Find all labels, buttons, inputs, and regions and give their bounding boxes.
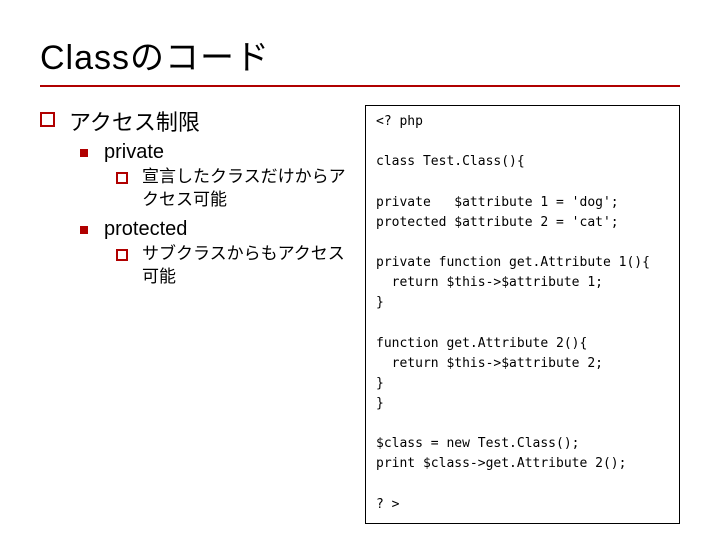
outline-l2-private: private [80, 141, 355, 164]
code-line: <? php [376, 114, 423, 129]
code-line: ? > [376, 497, 399, 512]
code-line: } [376, 396, 384, 411]
code-line: private $attribute 1 = 'dog'; [376, 195, 619, 210]
outline-l3-protected-desc: サブクラスからもアクセス可能 [116, 243, 355, 289]
slide: Classのコード アクセス制限 private 宣言したクラスだけからアクセス… [0, 0, 720, 540]
outline-l3-private-desc: 宣言したクラスだけからアクセス可能 [116, 166, 355, 212]
code-line: } [376, 376, 384, 391]
slide-title: Classのコード [40, 30, 680, 79]
open-square-bullet-icon [40, 112, 55, 127]
code-line: private function get.Attribute 1(){ [376, 255, 650, 270]
outline-l1: アクセス制限 [40, 105, 355, 137]
code-line: function get.Attribute 2(){ [376, 336, 587, 351]
outline-l3-private-text: 宣言したクラスだけからアクセス可能 [142, 166, 355, 212]
small-open-square-bullet-icon [116, 172, 128, 184]
code-line: $class = new Test.Class(); [376, 436, 580, 451]
small-open-square-bullet-icon [116, 249, 128, 261]
outline-l1-text: アクセス制限 [69, 105, 200, 137]
code-line: return $this->$attribute 2; [376, 356, 603, 371]
outline-l3-protected-text: サブクラスからもアクセス可能 [142, 243, 355, 289]
code-line: class Test.Class(){ [376, 154, 525, 169]
solid-square-bullet-icon [80, 149, 88, 157]
code-box: <? php class Test.Class(){ private $attr… [365, 105, 680, 524]
code-line: } [376, 295, 384, 310]
content-row: アクセス制限 private 宣言したクラスだけからアクセス可能 protect… [40, 105, 680, 524]
outline-column: アクセス制限 private 宣言したクラスだけからアクセス可能 protect… [40, 105, 365, 295]
code-column: <? php class Test.Class(){ private $attr… [365, 105, 680, 524]
code-line: protected $attribute 2 = 'cat'; [376, 215, 619, 230]
solid-square-bullet-icon [80, 226, 88, 234]
outline-l2-protected: protected [80, 218, 355, 241]
outline-l2-private-label: private [104, 141, 164, 164]
code-line: print $class->get.Attribute 2(); [376, 456, 626, 471]
code-line: return $this->$attribute 1; [376, 275, 603, 290]
title-underline [40, 85, 680, 87]
outline-l2-protected-label: protected [104, 218, 187, 241]
